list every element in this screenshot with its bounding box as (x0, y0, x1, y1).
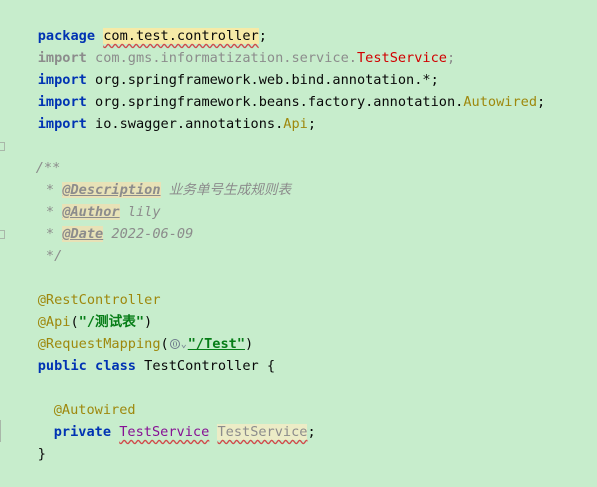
class-api[interactable]: Api (283, 116, 308, 132)
doc-date-value: 2022-06-09 (111, 226, 194, 242)
code-line-import-autowired[interactable]: import org.springframework.beans.factory… (5, 69, 545, 110)
class-declaration[interactable]: public class TestController { (5, 333, 275, 374)
field-name[interactable]: TestService (217, 424, 308, 440)
keyword-class: class (95, 358, 136, 374)
close-brace: } (37, 446, 46, 462)
editor-gutter (0, 0, 4, 446)
field-type[interactable]: TestService (119, 424, 209, 440)
code-line-import-testservice[interactable]: import com.gms.informatization.service.T… (5, 25, 455, 66)
import-path: io.swagger.annotations. (95, 116, 284, 132)
annotation-requestmapping[interactable]: @RequestMapping(⌄"/Test") (5, 311, 253, 352)
semicolon: ; (307, 116, 317, 132)
doc-comment-author: * @Author lily (37, 204, 161, 220)
doc-comment-description: * @Description 业务单号生成规则表 (37, 182, 292, 198)
semicolon: ; (537, 94, 546, 110)
annotation-restcontroller[interactable]: @RestController (5, 267, 161, 308)
open-brace: { (266, 358, 276, 374)
class-autowired[interactable]: Autowired (463, 94, 537, 110)
doc-description-value: 业务单号生成规则表 (168, 182, 292, 198)
code-line-import-annotation[interactable]: import org.springframework.web.bind.anno… (5, 47, 439, 88)
keyword-import: import (37, 116, 87, 132)
annotation-autowired[interactable]: @Autowired (21, 377, 136, 418)
keyword-public: public (37, 358, 87, 374)
code-line-package[interactable]: package com.test.controller; (5, 3, 267, 44)
keyword-private: private (53, 424, 112, 440)
code-line-import-api[interactable]: import io.swagger.annotations.Api; (5, 91, 316, 132)
doc-comment-close: */ (37, 248, 63, 264)
field-declaration[interactable]: private TestService TestService; (21, 399, 316, 440)
doc-tag-date: @Date (62, 226, 104, 242)
class-name[interactable]: TestController (144, 358, 259, 374)
semicolon: ; (307, 424, 316, 440)
annotation-api[interactable]: @Api("/测试表") (5, 289, 152, 330)
doc-comment-date: * @Date 2022-06-09 (37, 226, 194, 242)
doc-comment-open: /** (35, 160, 61, 176)
semicolon: ; (446, 50, 456, 66)
code-editor[interactable]: package com.test.controller; import com.… (0, 0, 597, 462)
